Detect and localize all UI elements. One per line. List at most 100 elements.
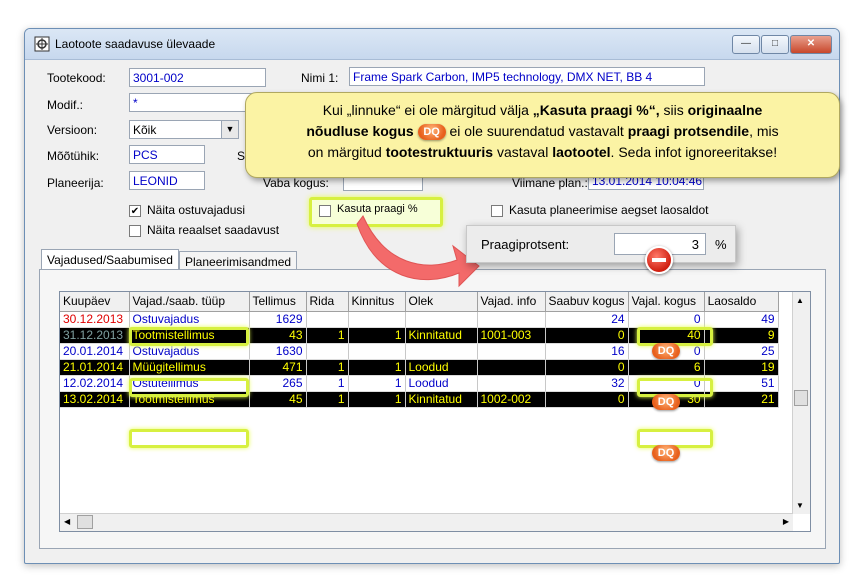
cell-laosaldo: 21 (704, 391, 779, 408)
callout-text: ei ole suurendatud vastavalt (445, 123, 628, 139)
col-info[interactable]: Vajad. info (477, 292, 546, 312)
table-row[interactable]: 30.12.2013 Ostuvajadus 1629 24 0 49 (60, 311, 779, 328)
planeerija-field[interactable]: LEONID (129, 171, 205, 190)
cell-date: 20.01.2014 (60, 343, 130, 360)
col-olek[interactable]: Olek (405, 292, 478, 312)
col-saabuv[interactable]: Saabuv kogus (545, 292, 629, 312)
scroll-thumb[interactable] (794, 390, 808, 406)
callout-line-2: nõudluse kogus DQ ei ole suurendatud vas… (246, 121, 839, 142)
cell-laosaldo: 49 (704, 311, 779, 328)
cell-saabuv: 0 (545, 327, 629, 344)
col-vajal[interactable]: Vajal. kogus (628, 292, 705, 312)
table-row[interactable]: 21.01.2014 Müügitellimus 471 1 1 Loodud … (60, 359, 779, 376)
window-title: Laotoote saadavuse ülevaade (55, 37, 216, 51)
mootuhik-label: Mõõtühik: (47, 149, 100, 163)
vertical-scrollbar[interactable]: ▲ ▼ (792, 292, 810, 514)
col-kuupaev[interactable]: Kuupäev (60, 292, 130, 312)
dq-badge-icon: DQ (652, 394, 680, 410)
nimi-field[interactable]: Frame Spark Carbon, IMP5 technology, DMX… (349, 67, 705, 86)
cell-date: 21.01.2014 (60, 359, 130, 376)
chevron-down-icon[interactable]: ▼ (221, 121, 238, 138)
dq-badge-icon: DQ (652, 343, 680, 359)
tootekood-field[interactable]: 3001-002 (129, 68, 266, 87)
cell-laosaldo: 25 (704, 343, 779, 360)
callout-text-bold: „Kasuta praagi %“, (532, 102, 660, 118)
kasuta-praagi-checkbox[interactable] (319, 205, 331, 217)
cell-kinnitus (348, 311, 406, 328)
col-rida[interactable]: Rida (306, 292, 349, 312)
callout-line-3: on märgitud tootestruktuuris vastaval la… (246, 142, 839, 163)
cell-laosaldo: 19 (704, 359, 779, 376)
versioon-select[interactable]: Kõik ▼ (129, 120, 239, 139)
cell-date: 31.12.2013 (60, 327, 130, 344)
cell-rida: 1 (306, 359, 349, 376)
horizontal-scrollbar[interactable]: ◀ ▶ (60, 513, 793, 531)
close-icon[interactable]: ✕ (790, 35, 832, 54)
percent-unit: % (715, 237, 727, 252)
versioon-value: Kõik (133, 123, 157, 137)
cell-info (477, 375, 546, 392)
vaba-kogus-label: Vaba kogus: (263, 176, 329, 190)
cell-olek: Loodud (405, 375, 478, 392)
cell-olek (405, 311, 478, 328)
cell-tellimus: 43 (249, 327, 307, 344)
scroll-left-icon[interactable]: ◀ (64, 517, 70, 526)
cell-rida (306, 311, 349, 328)
table-row[interactable]: 12.02.2014 Ostutellimus 265 1 1 Loodud 3… (60, 375, 779, 392)
cell-tellimus: 45 (249, 391, 307, 408)
tootekood-label: Tootekood: (47, 71, 106, 85)
title-bar: Laotoote saadavuse ülevaade — □ ✕ (25, 29, 839, 60)
cell-type: Ostutellimus (129, 375, 250, 392)
scroll-down-icon[interactable]: ▼ (796, 501, 804, 510)
cell-rida: 1 (306, 375, 349, 392)
cell-vajal: 0 (628, 375, 705, 392)
col-laosaldo[interactable]: Laosaldo (704, 292, 779, 312)
viimane-plan-label: Viimane plan.: (512, 176, 588, 190)
callout-text-bold: nõudluse kogus (306, 123, 414, 139)
cell-saabuv: 0 (545, 359, 629, 376)
cell-rida (306, 343, 349, 360)
col-kinnitus[interactable]: Kinnitus (348, 292, 406, 312)
cell-info (477, 311, 546, 328)
table-row[interactable]: 31.12.2013 Tootmistellimus 43 1 1 Kinnit… (60, 327, 779, 344)
naita-reaalset-checkbox[interactable] (129, 225, 141, 237)
cell-tellimus: 1629 (249, 311, 307, 328)
scroll-right-icon[interactable]: ▶ (783, 517, 789, 526)
cell-vajal: 40 (628, 327, 705, 344)
s-label: S (237, 149, 246, 163)
dq-badge-icon: DQ (417, 124, 446, 141)
callout-text: , mis (749, 123, 779, 139)
minimize-icon[interactable]: — (732, 35, 760, 54)
cell-olek (405, 343, 478, 360)
cell-saabuv: 16 (545, 343, 629, 360)
app-icon (34, 36, 50, 52)
data-grid: Kuupäev Vajad./saab. tüüp Tellimus Rida … (59, 291, 811, 532)
cell-vajal: 6 (628, 359, 705, 376)
callout-text: on märgitud (307, 144, 386, 160)
cell-type: Tootmistellimus (129, 391, 250, 408)
cell-kinnitus: 1 (348, 359, 406, 376)
cell-date: 12.02.2014 (60, 375, 130, 392)
cell-olek: Kinnitatud (405, 391, 478, 408)
cell-olek: Loodud (405, 359, 478, 376)
hscroll-thumb[interactable] (77, 515, 93, 529)
callout-text-bold: originaalne (687, 102, 763, 118)
callout-text-bold: tootestruktuuris (385, 144, 494, 160)
mootuhik-field[interactable]: PCS (129, 145, 205, 164)
minus-bar (652, 258, 666, 262)
naita-ostuvajadusi-checkbox[interactable]: ✔ (129, 205, 141, 217)
nimi-label: Nimi 1: (301, 71, 339, 85)
col-tellimus[interactable]: Tellimus (249, 292, 307, 312)
scroll-up-icon[interactable]: ▲ (796, 296, 804, 305)
cell-saabuv: 24 (545, 311, 629, 328)
planeerija-label: Planeerija: (47, 176, 104, 190)
cell-date: 13.02.2014 (60, 391, 130, 408)
callout-text-bold: praagi protsendile (627, 123, 750, 139)
maximize-icon[interactable]: □ (761, 35, 789, 54)
cell-laosaldo: 51 (704, 375, 779, 392)
info-callout: Kui „linnuke“ ei ole märgitud välja „Kas… (245, 92, 840, 178)
cell-tellimus: 265 (249, 375, 307, 392)
col-tuup[interactable]: Vajad./saab. tüüp (129, 292, 250, 312)
kasuta-planeerimise-checkbox[interactable] (491, 205, 503, 217)
versioon-label: Versioon: (47, 123, 98, 137)
